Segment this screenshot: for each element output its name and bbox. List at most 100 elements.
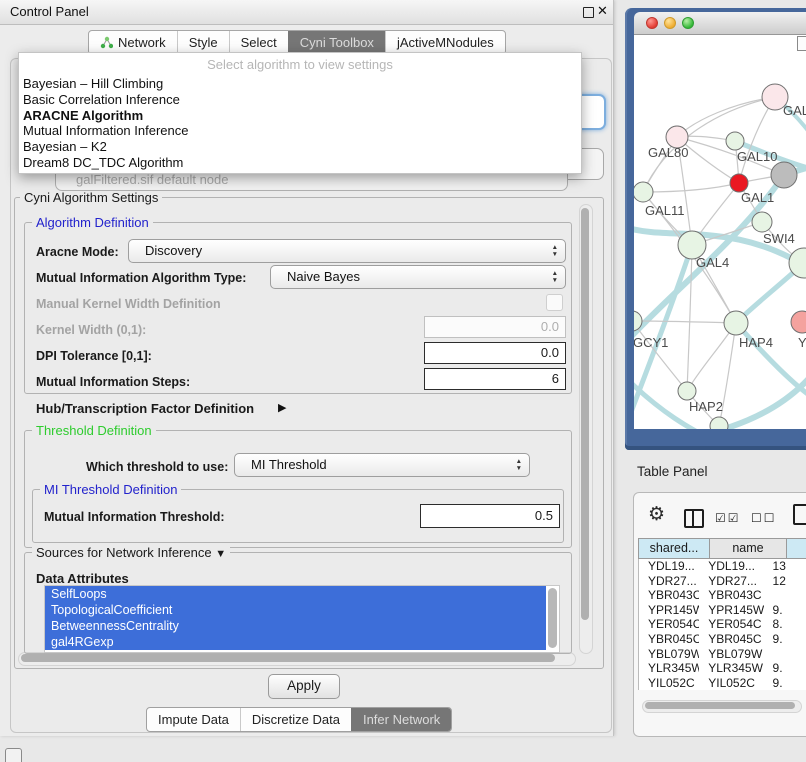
gear-icon[interactable]: ⚙ <box>648 505 665 524</box>
network-window-titlebar[interactable] <box>634 12 806 35</box>
spinner-icon[interactable]: ▲▼ <box>516 458 522 472</box>
table-cell: YIL052C <box>639 676 699 690</box>
float-window-icon[interactable] <box>583 7 594 18</box>
close-traffic-light-icon[interactable] <box>646 17 658 29</box>
hub-definition-label[interactable]: Hub/Transcription Factor Definition <box>36 401 254 416</box>
kernel-width-field[interactable]: 0.0 <box>424 316 566 338</box>
panel-title: Control Panel <box>10 4 89 19</box>
node-label-swi4: SWI4 <box>763 231 795 246</box>
settings-vscrollbar[interactable] <box>579 204 593 654</box>
collapsed-arrow-icon[interactable]: ▶ <box>278 401 286 414</box>
algorithm-option-mutual-information-inference[interactable]: Mutual Information Inference <box>23 123 577 139</box>
attribute-item-selfloops[interactable]: SelfLoops <box>45 586 546 602</box>
mi-steps-field[interactable]: 6 <box>424 368 566 390</box>
table-cell: YLR345W <box>699 661 763 676</box>
mi-threshold-title: MI Threshold Definition <box>40 482 181 497</box>
tab-jactivemnodules[interactable]: jActiveMNodules <box>385 31 505 54</box>
table-row[interactable]: YBL079WYBL079W <box>639 647 806 662</box>
tab-network[interactable]: Network <box>89 31 177 54</box>
table-row[interactable]: YIL052CYIL052C9. <box>639 676 806 690</box>
tab-style[interactable]: Style <box>177 31 229 54</box>
docked-panel-icon[interactable] <box>5 748 22 762</box>
spinner-icon[interactable]: ▲▼ <box>552 244 558 258</box>
table-header-row: shared... name <box>638 538 806 559</box>
table-cell: YBR043C <box>639 588 699 603</box>
attributes-scrollbar-thumb[interactable] <box>548 588 557 648</box>
settings-vscrollbar-thumb[interactable] <box>581 208 589 620</box>
mi-threshold-field[interactable]: 0.5 <box>420 504 560 528</box>
table-panel-title: Table Panel <box>637 464 708 479</box>
aracne-mode-value: Discovery <box>145 243 202 258</box>
export-table-icon[interactable] <box>793 504 806 525</box>
attribute-item-topologicalcoefficient[interactable]: TopologicalCoefficient <box>45 602 546 618</box>
network-node-gal11[interactable] <box>634 182 653 202</box>
manual-kernel-checkbox[interactable] <box>546 294 563 311</box>
tab-infer-network[interactable]: Infer Network <box>351 708 451 731</box>
algorithm-option-aracne-algorithm[interactable]: ARACNE Algorithm <box>23 108 577 124</box>
aracne-mode-combo[interactable]: Discovery ▲▼ <box>128 239 566 263</box>
select-all-checkboxes-icon[interactable]: ☑☑ <box>715 511 741 525</box>
network-node-y[interactable] <box>791 311 806 333</box>
tab-label: Select <box>241 35 277 50</box>
network-icon <box>100 36 113 49</box>
algorithm-option-dream8-dc-tdc-algorithm[interactable]: Dream8 DC_TDC Algorithm <box>23 155 577 171</box>
node-label-gal11: GAL11 <box>645 203 685 218</box>
which-threshold-combo[interactable]: MI Threshold ▲▼ <box>234 453 530 477</box>
table-cell: YER054C <box>639 617 699 632</box>
network-node-hap2[interactable] <box>678 382 696 400</box>
spinner-icon[interactable]: ▲▼ <box>552 270 558 284</box>
algorithm-option-basic-correlation-inference[interactable]: Basic Correlation Inference <box>23 92 577 108</box>
apply-button[interactable]: Apply <box>268 674 340 699</box>
mi-type-value: Naive Bayes <box>287 269 360 284</box>
canvas-corner-widget[interactable] <box>797 36 806 51</box>
table-cell: 9. <box>764 632 806 647</box>
table-row[interactable]: YLR345WYLR345W9. <box>639 661 806 676</box>
table-row[interactable]: YBR045CYBR045C9. <box>639 632 806 647</box>
column-layout-icon[interactable] <box>684 509 704 528</box>
zoom-traffic-light-icon[interactable] <box>682 17 694 29</box>
column-header-name[interactable]: name <box>710 538 787 559</box>
table-cell <box>764 588 806 603</box>
settings-hscrollbar[interactable] <box>18 652 576 666</box>
dpi-tolerance-field[interactable]: 0.0 <box>424 342 566 364</box>
attribute-item-betweennesscentrality[interactable]: BetweennessCentrality <box>45 618 546 634</box>
sources-title[interactable]: Sources for Network Inference ▼ <box>32 545 230 560</box>
node-label-gal10: GAL10 <box>737 149 777 164</box>
table-row[interactable]: YBR043CYBR043C <box>639 588 806 603</box>
table-hscrollbar-thumb[interactable] <box>645 702 795 709</box>
table-row[interactable]: YER054CYER054C8. <box>639 617 806 632</box>
settings-hscrollbar-thumb[interactable] <box>21 654 555 662</box>
mi-type-combo[interactable]: Naive Bayes ▲▼ <box>270 265 566 289</box>
mi-threshold-label: Mutual Information Threshold: <box>44 510 225 524</box>
deselect-all-checkboxes-icon[interactable]: ☐☐ <box>751 511 777 525</box>
column-header-shared-name[interactable]: shared... <box>638 538 710 559</box>
data-attributes-list[interactable]: SelfLoopsTopologicalCoefficientBetweenne… <box>44 585 560 653</box>
tab-cyni-toolbox[interactable]: Cyni Toolbox <box>288 31 385 54</box>
network-node-swi4[interactable] <box>752 212 772 232</box>
network-canvas[interactable]: GALGAL80GAL10GAL1GAL11SWI4GAL4HAP4YGCY1H… <box>634 35 806 429</box>
table-hscrollbar[interactable] <box>642 700 802 713</box>
network-node-gal10[interactable] <box>726 132 744 150</box>
tab-discretize-data[interactable]: Discretize Data <box>240 708 351 731</box>
dpi-tolerance-label: DPI Tolerance [0,1]: <box>36 349 152 363</box>
tab-impute-data[interactable]: Impute Data <box>147 708 240 731</box>
table-row[interactable]: YDL19...YDL19...13 <box>639 559 806 574</box>
dropdown-placeholder: Select algorithm to view settings <box>19 57 581 72</box>
algorithm-option-bayesian-hill-climbing[interactable]: Bayesian – Hill Climbing <box>23 76 577 92</box>
table-row-container: YDL19...YDL19...13YDR27...YDR27...12YBR0… <box>638 559 806 690</box>
table-row[interactable]: YPR145WYPR145W9. <box>639 603 806 618</box>
network-node-hap4[interactable] <box>724 311 748 335</box>
tab-select[interactable]: Select <box>229 31 288 54</box>
close-icon[interactable]: ✕ <box>597 3 608 19</box>
table-row[interactable]: YDR27...YDR27...12 <box>639 574 806 589</box>
table-cell: YLR345W <box>639 661 699 676</box>
app-screen: Control Panel ✕ Network Style Select Cyni T… <box>0 0 806 762</box>
attribute-item-gal4rgexp[interactable]: gal4RGexp <box>45 634 546 650</box>
bottom-tabstrip: Impute DataDiscretize DataInfer Network <box>146 707 452 732</box>
algorithm-option-bayesian-k2[interactable]: Bayesian – K2 <box>23 139 577 155</box>
minimize-traffic-light-icon[interactable] <box>664 17 676 29</box>
column-header-cut[interactable] <box>787 538 806 559</box>
network-node[interactable] <box>771 162 797 188</box>
node-label-gal80: GAL80 <box>648 145 688 160</box>
tab-label: Network <box>118 35 166 50</box>
